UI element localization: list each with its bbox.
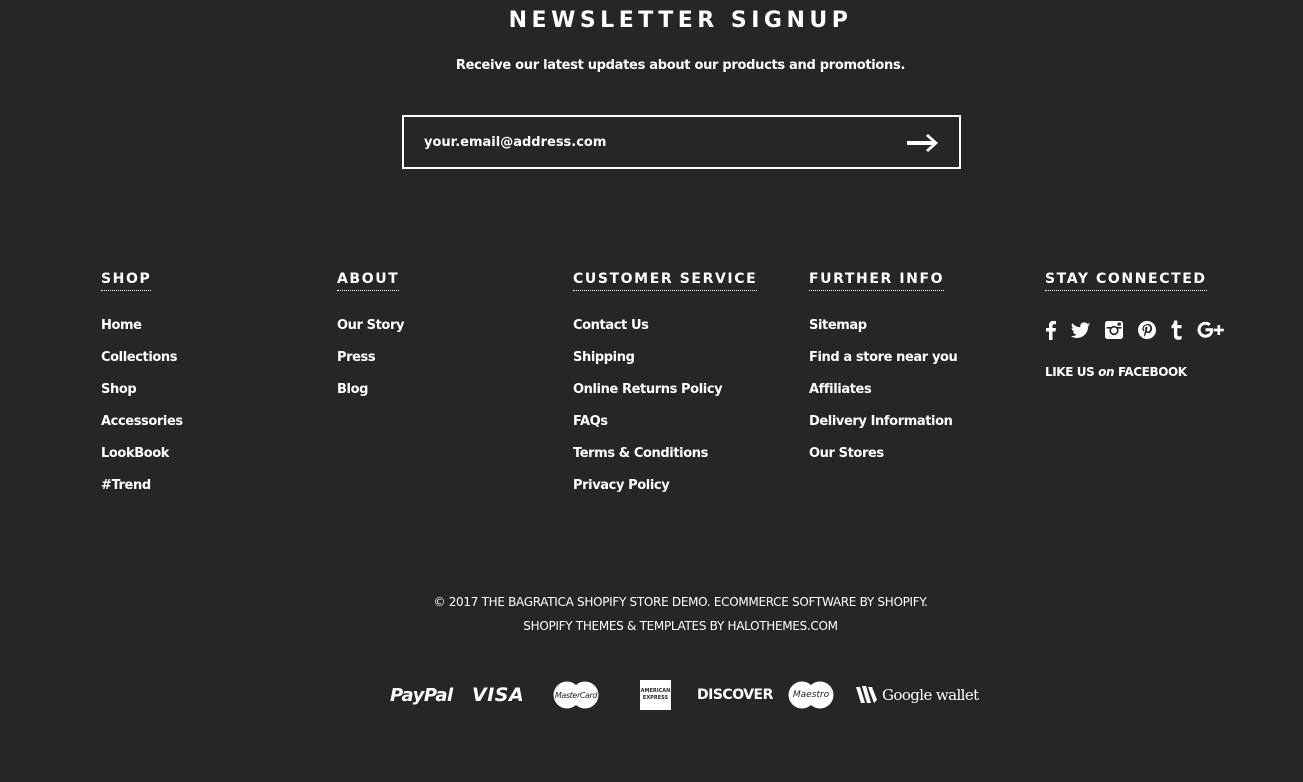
footer-link-privacy-policy[interactable]: Privacy Policy <box>573 478 670 493</box>
footer-link-affiliates[interactable]: Affiliates <box>809 382 872 397</box>
facebook-icon[interactable] <box>1045 318 1057 342</box>
visa-logo: VISA <box>472 684 525 706</box>
tumblr-icon[interactable] <box>1170 318 1184 342</box>
discover-logo: DISCOVER <box>697 687 773 703</box>
footer-link-blog[interactable]: Blog <box>337 382 368 397</box>
pinterest-icon[interactable] <box>1137 318 1157 342</box>
footer-link-delivery-information[interactable]: Delivery Information <box>809 414 953 429</box>
like-us-facebook-label: FACEBOOK <box>1117 365 1187 379</box>
maestro-logo: Maestro <box>788 678 834 712</box>
email-input[interactable] <box>424 117 894 167</box>
like-us-on-label: on <box>1098 365 1115 379</box>
column-title-stay-connected: STAY CONNECTED <box>1045 271 1207 291</box>
newsletter-title: NEWSLETTER SIGNUP <box>508 8 853 33</box>
google-wallet-icon <box>856 686 877 703</box>
footer-link-contact-us[interactable]: Contact Us <box>573 318 649 333</box>
footer-link-accessories[interactable]: Accessories <box>101 414 183 429</box>
column-title-customer-service: CUSTOMER SERVICE <box>573 271 758 291</box>
footer-link-returns-policy[interactable]: Online Returns Policy <box>573 382 723 397</box>
footer-link-shop[interactable]: Shop <box>101 382 137 397</box>
instagram-icon[interactable] <box>1104 318 1124 342</box>
footer-link-lookbook[interactable]: LookBook <box>101 446 169 461</box>
footer-column-stay-connected: STAY CONNECTED <box>1045 268 1207 291</box>
footer-link-home[interactable]: Home <box>101 318 142 333</box>
footer-link-terms[interactable]: Terms & Conditions <box>573 446 708 461</box>
amex-logo: AMERICAN EXPRESS <box>640 678 671 712</box>
footer-link-press[interactable]: Press <box>337 350 376 365</box>
footer-link-collections[interactable]: Collections <box>101 350 178 365</box>
footer-column-customer-service: CUSTOMER SERVICE Contact Us Shipping Onl… <box>573 268 758 493</box>
footer-link-sitemap[interactable]: Sitemap <box>809 318 867 333</box>
footer-column-further-info: FURTHER INFO Sitemap Find a store near y… <box>809 268 958 461</box>
footer-link-shipping[interactable]: Shipping <box>573 350 635 365</box>
footer-link-trend[interactable]: #Trend <box>101 478 151 493</box>
google-plus-icon[interactable] <box>1197 318 1225 342</box>
google-wallet-logo: Google wallet <box>855 678 979 712</box>
like-us-on-facebook-link[interactable]: LIKE US on FACEBOOK <box>1045 365 1187 379</box>
mastercard-logo: MasterCard <box>553 678 599 712</box>
column-title-about: ABOUT <box>337 271 400 291</box>
newsletter-subtitle: Receive our latest updates about our pro… <box>455 58 906 73</box>
social-links <box>1045 318 1225 342</box>
newsletter-form <box>402 115 961 169</box>
like-us-label: LIKE US <box>1045 365 1095 379</box>
twitter-icon[interactable] <box>1070 318 1091 342</box>
footer-column-about: ABOUT Our Story Press Blog <box>337 268 404 397</box>
footer-link-faqs[interactable]: FAQs <box>573 414 608 429</box>
footer-link-find-store[interactable]: Find a store near you <box>809 350 958 365</box>
paypal-logo: PayPal <box>390 684 453 706</box>
arrow-right-icon <box>907 134 938 152</box>
footer-column-shop: SHOP Home Collections Shop Accessories L… <box>101 268 183 493</box>
subscribe-button[interactable] <box>907 131 941 155</box>
copyright-line-2: SHOPIFY THEMES & TEMPLATES BY HALOTHEMES… <box>523 619 838 633</box>
footer-link-our-story[interactable]: Our Story <box>337 318 404 333</box>
column-title-further-info: FURTHER INFO <box>809 271 945 291</box>
footer-link-our-stores[interactable]: Our Stores <box>809 446 884 461</box>
column-title-shop: SHOP <box>101 271 152 291</box>
copyright-line-1: © 2017 THE BAGRATICA SHOPIFY STORE DEMO.… <box>433 595 928 609</box>
